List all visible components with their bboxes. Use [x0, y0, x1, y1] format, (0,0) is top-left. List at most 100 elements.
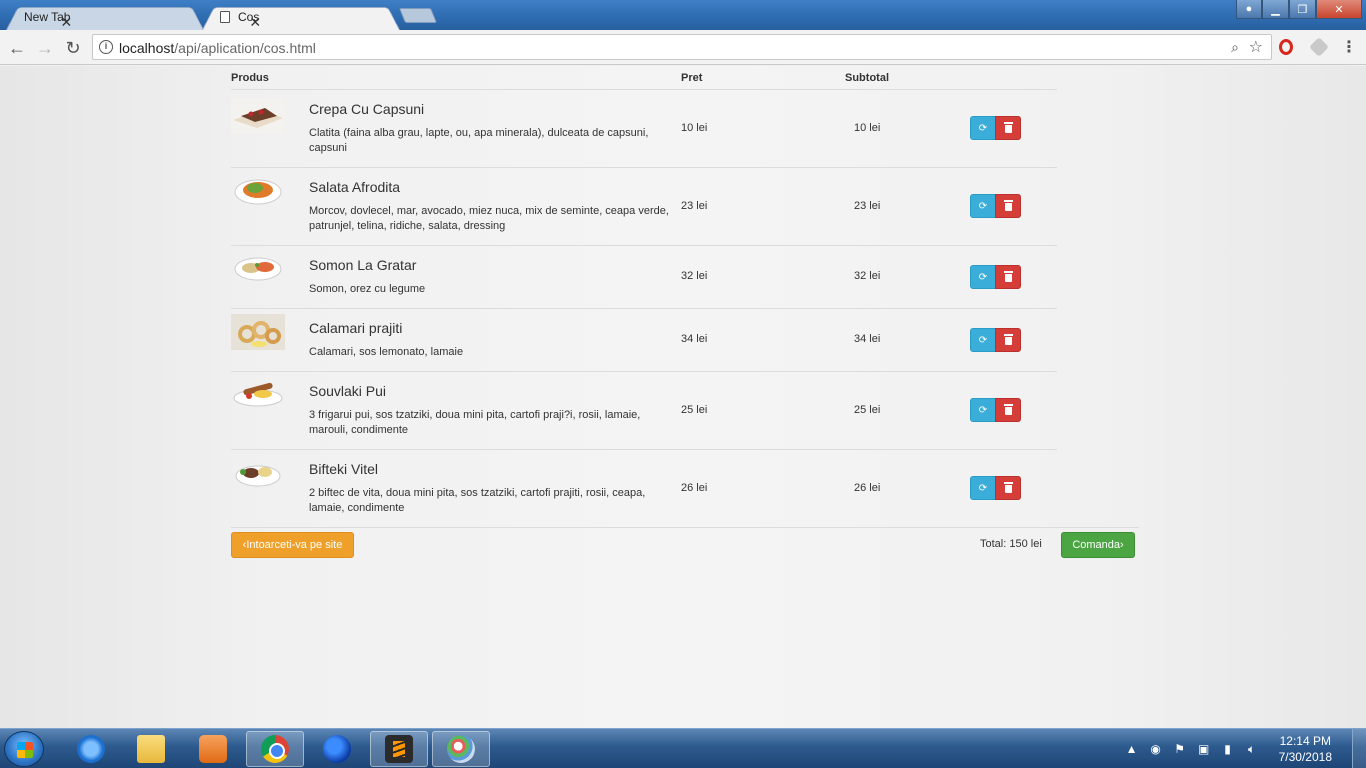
- refresh-icon: ⟳: [978, 482, 988, 494]
- product-description: 3 frigarui pui, sos tzatziki, doua mini …: [309, 409, 641, 436]
- delete-button[interactable]: [995, 476, 1021, 500]
- chrome-icon: [261, 735, 289, 763]
- tab-cos[interactable]: Cos ✕: [202, 4, 400, 31]
- windows-logo-icon: [17, 742, 33, 758]
- tab-new-tab[interactable]: New Tab ✕: [6, 4, 204, 31]
- delete-button[interactable]: [995, 265, 1021, 289]
- refresh-button[interactable]: ⟳: [970, 476, 996, 500]
- trash-icon: [1003, 200, 1013, 211]
- forward-arrow-icon[interactable]: →: [34, 37, 56, 59]
- maximize-button[interactable]: ❐: [1289, 0, 1316, 19]
- taskbar-media-player[interactable]: [184, 731, 242, 767]
- product-subtotal: 25 lei: [854, 404, 881, 416]
- opera-extension-icon[interactable]: [1277, 38, 1295, 56]
- trash-icon: [1003, 271, 1013, 282]
- cart-row: Somon La Gratar Somon, orez cu legume 32…: [231, 245, 1057, 308]
- souvlaki-image: [233, 382, 283, 407]
- trash-icon: [1003, 122, 1013, 133]
- close-icon[interactable]: ✕: [249, 14, 261, 31]
- column-header-subtotal: Subtotal: [845, 72, 889, 84]
- product-description: Clatita (faina alba grau, lapte, ou, apa…: [309, 127, 649, 154]
- bifteki-image: [235, 465, 281, 487]
- network-globe-icon[interactable]: ◉: [1149, 742, 1163, 756]
- product-price: 26 lei: [681, 482, 708, 494]
- product-name[interactable]: Somon La Gratar: [309, 257, 416, 273]
- back-arrow-icon[interactable]: ←: [6, 37, 28, 59]
- product-name[interactable]: Crepa Cu Capsuni: [309, 101, 424, 117]
- trash-icon: [1003, 482, 1013, 493]
- delete-button[interactable]: [995, 328, 1021, 352]
- refresh-icon: ⟳: [978, 122, 988, 134]
- refresh-button[interactable]: ⟳: [970, 328, 996, 352]
- taskbar-internet-explorer[interactable]: [62, 731, 120, 767]
- product-subtotal: 23 lei: [854, 200, 881, 212]
- product-name[interactable]: Salata Afrodita: [309, 179, 400, 195]
- footer-divider: [231, 527, 1139, 528]
- refresh-icon: ⟳: [978, 334, 988, 346]
- action-center-flag-icon[interactable]: ⚑: [1173, 742, 1187, 756]
- sublime-text-icon: [385, 735, 413, 763]
- start-button[interactable]: [4, 731, 44, 767]
- signal-icon[interactable]: ▮: [1221, 742, 1235, 756]
- product-price: 34 lei: [681, 333, 708, 345]
- product-subtotal: 26 lei: [854, 482, 881, 494]
- product-description: Calamari, sos lemonato, lamaie: [309, 346, 464, 358]
- refresh-button[interactable]: ⟳: [970, 116, 996, 140]
- product-description: 2 biftec de vita, doua mini pita, sos tz…: [309, 487, 646, 514]
- taskbar-firefox[interactable]: [308, 731, 366, 767]
- back-to-site-button[interactable]: ‹Intoarceti-va pe site: [231, 532, 354, 558]
- cart-row: Bifteki Vitel 2 biftec de vita, doua min…: [231, 449, 1057, 527]
- product-price: 25 lei: [681, 404, 708, 416]
- product-name[interactable]: Souvlaki Pui: [309, 383, 386, 399]
- delete-button[interactable]: [995, 194, 1021, 218]
- product-price: 32 lei: [681, 270, 708, 282]
- delete-button[interactable]: [995, 116, 1021, 140]
- salmon-image: [234, 257, 282, 281]
- taskbar-clock[interactable]: 12:14 PM 7/30/2018: [1279, 733, 1332, 765]
- taskbar-file-explorer[interactable]: [122, 731, 180, 767]
- window-controls: ● ▁ ❐ ✕: [1236, 0, 1362, 19]
- zoom-icon[interactable]: ⌕: [1231, 39, 1239, 56]
- menu-icon[interactable]: ⋮: [1340, 38, 1358, 56]
- salad-image: [234, 179, 282, 205]
- internet-explorer-icon: [77, 735, 105, 763]
- trash-icon: [1003, 404, 1013, 415]
- taskbar-sublime-text[interactable]: [370, 731, 428, 767]
- product-description: Somon, orez cu legume: [309, 283, 426, 295]
- device-icon[interactable]: ▣: [1197, 742, 1211, 756]
- minimize-button[interactable]: ▁: [1262, 0, 1289, 19]
- refresh-icon: ⟳: [978, 200, 988, 212]
- extension-puzzle-icon[interactable]: [1309, 37, 1329, 57]
- product-description: Morcov, dovlecel, mar, avocado, miez nuc…: [309, 205, 669, 232]
- product-price: 23 lei: [681, 200, 708, 212]
- bookmark-star-icon[interactable]: ☆: [1249, 37, 1263, 57]
- clock-date: 7/30/2018: [1278, 750, 1332, 764]
- info-icon[interactable]: i: [99, 40, 113, 54]
- windows-taskbar: ▲ ◉ ⚑ ▣ ▮ 🔈︎ 12:14 PM 7/30/2018: [0, 728, 1366, 768]
- new-tab-button[interactable]: [398, 8, 438, 23]
- product-subtotal: 32 lei: [854, 270, 881, 282]
- product-subtotal: 34 lei: [854, 333, 881, 345]
- reload-icon[interactable]: ↻: [62, 37, 84, 59]
- product-name[interactable]: Calamari prajiti: [309, 320, 402, 336]
- taskbar-paint[interactable]: [432, 731, 490, 767]
- refresh-button[interactable]: ⟳: [970, 265, 996, 289]
- refresh-button[interactable]: ⟳: [970, 194, 996, 218]
- taskbar-chrome[interactable]: [246, 731, 304, 767]
- show-hidden-icons-icon[interactable]: ▲: [1125, 742, 1139, 756]
- refresh-button[interactable]: ⟳: [970, 398, 996, 422]
- cart-total: Total: 150 lei: [980, 538, 1042, 550]
- show-desktop-button[interactable]: [1352, 729, 1366, 768]
- system-tray: ▲ ◉ ⚑ ▣ ▮ 🔈︎ 12:14 PM 7/30/2018: [1125, 729, 1332, 768]
- volume-icon[interactable]: 🔈︎: [1245, 742, 1259, 756]
- delete-button[interactable]: [995, 398, 1021, 422]
- address-bar[interactable]: i localhost/api/aplication/cos.html ⌕ ☆: [92, 34, 1272, 60]
- close-icon[interactable]: ✕: [60, 14, 72, 31]
- user-icon[interactable]: ●: [1236, 0, 1262, 19]
- close-window-button[interactable]: ✕: [1316, 0, 1362, 19]
- order-button[interactable]: Comanda›: [1061, 532, 1135, 558]
- calamari-image: [231, 314, 285, 350]
- trash-icon: [1003, 334, 1013, 345]
- product-name[interactable]: Bifteki Vitel: [309, 461, 378, 477]
- firefox-icon: [323, 735, 351, 763]
